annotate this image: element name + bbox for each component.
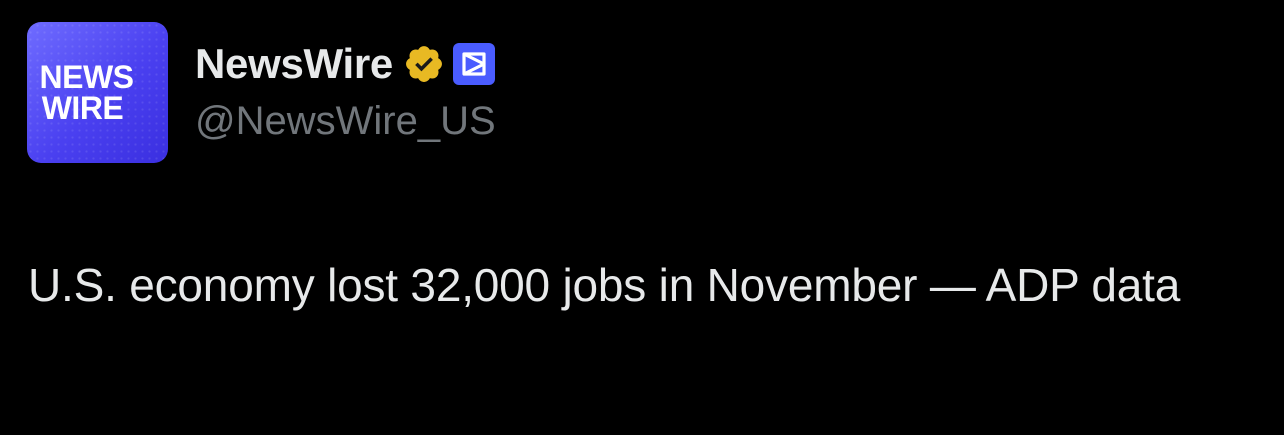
author-name-row: NewsWire [195,40,497,88]
verified-badge-icon [403,43,445,85]
post-text: U.S. economy lost 32,000 jobs in Novembe… [28,259,1181,311]
affiliate-badge-icon[interactable] [451,41,497,87]
author-handle[interactable]: @NewsWire_US [195,99,496,144]
author-display-name[interactable]: NewsWire [195,40,393,88]
author-avatar[interactable]: NEWS WIRE [27,22,168,163]
avatar-text-news: NEWS [39,58,135,95]
avatar-text-wire: WIRE [41,89,124,126]
